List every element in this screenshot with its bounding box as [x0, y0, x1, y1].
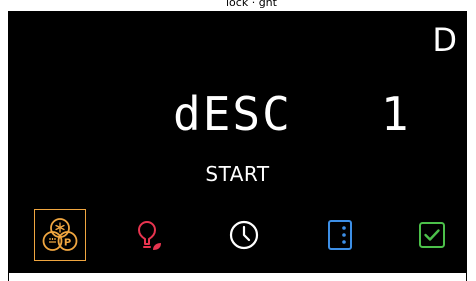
control-panel-display: D dESC 1 START P	[8, 11, 467, 273]
door-settings-button[interactable]	[314, 209, 366, 261]
mode-indicator: D	[432, 21, 457, 59]
freeze-pressure-icon: P	[42, 218, 78, 251]
icon-toolbar: P	[8, 209, 467, 269]
status-label: START	[205, 162, 270, 186]
frame-edge-right	[466, 273, 467, 281]
freeze-pressure-button[interactable]: P	[34, 209, 86, 261]
frame-edge-left	[8, 273, 9, 281]
checkbox-icon	[419, 222, 445, 248]
timer-button[interactable]	[218, 209, 270, 261]
segment-display-text: dESC 1	[173, 87, 411, 141]
door-dots-icon	[328, 220, 352, 250]
lightbulb-leaf-icon	[138, 221, 161, 250]
light-eco-button[interactable]	[122, 209, 174, 261]
segment-display: dESC 1	[173, 86, 423, 142]
svg-text:P: P	[64, 238, 71, 249]
clock-icon	[229, 220, 259, 250]
confirm-button[interactable]	[406, 209, 458, 261]
clipped-top-text: lock · ght	[226, 0, 277, 8]
